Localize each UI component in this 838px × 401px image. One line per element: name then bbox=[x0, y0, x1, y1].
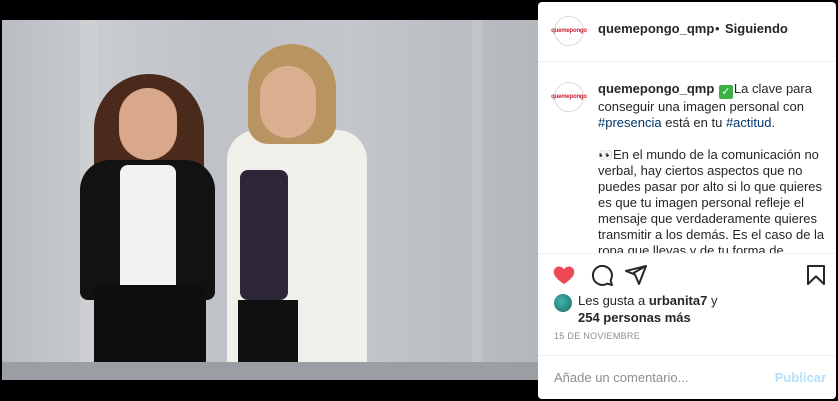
paper-plane-icon[interactable] bbox=[624, 263, 648, 287]
caption-text: quemepongo_qmp ✓ La clave para conseguir … bbox=[598, 81, 830, 253]
comment-icon[interactable] bbox=[590, 263, 614, 287]
person-right-face bbox=[260, 66, 316, 138]
post-date[interactable]: 15 DE NOVIEMBRE bbox=[554, 331, 640, 341]
follow-status-button[interactable]: Siguiendo bbox=[725, 21, 788, 36]
caption-line: . bbox=[771, 115, 776, 130]
person-left-face bbox=[119, 88, 177, 160]
caption-paragraph-text: En el mundo de la comunicación no verbal… bbox=[598, 147, 825, 253]
wall-stripe bbox=[472, 20, 482, 380]
avatar-logo: quemepongo bbox=[551, 28, 587, 34]
comment-input[interactable] bbox=[554, 370, 754, 385]
person-right-top bbox=[240, 170, 288, 300]
publish-button[interactable]: Publicar bbox=[775, 370, 826, 385]
liker-username[interactable]: urbanita7 bbox=[649, 293, 708, 308]
post-header: quemepongo quemepongo_qmp • Siguiendo bbox=[538, 2, 836, 62]
header-separator: • bbox=[715, 21, 720, 36]
check-mark-icon: ✓ bbox=[718, 85, 733, 99]
likes-count-link[interactable]: 254 personas más bbox=[578, 310, 691, 325]
likes-prefix: Les gusta a bbox=[578, 293, 649, 308]
avatar-logo: quemepongo bbox=[551, 94, 587, 100]
bookmark-icon[interactable] bbox=[804, 263, 828, 287]
caption-line: está en tu bbox=[661, 115, 726, 130]
action-bar bbox=[538, 253, 836, 295]
caption-paragraph: 👀En el mundo de la comunicación no verba… bbox=[598, 147, 830, 253]
post-modal: quemepongo quemepongo_qmp • Siguiendo qu… bbox=[0, 0, 838, 401]
caption-area: quemepongo quemepongo_qmp ✓ La clave para… bbox=[538, 63, 836, 253]
person-left-shirt bbox=[120, 165, 176, 300]
floor bbox=[2, 362, 538, 380]
caption-username[interactable]: quemepongo_qmp bbox=[598, 81, 714, 96]
heart-filled-icon[interactable] bbox=[552, 263, 576, 287]
likes-text: Les gusta a urbanita7 y 254 personas más bbox=[578, 292, 828, 326]
hashtag-actitud[interactable]: #actitud bbox=[726, 115, 772, 130]
likes-mid: y bbox=[707, 293, 718, 308]
liker-avatar[interactable] bbox=[554, 294, 572, 312]
hashtag-presencia[interactable]: #presencia bbox=[598, 115, 662, 130]
comment-bar: Publicar bbox=[538, 355, 836, 399]
author-username[interactable]: quemepongo_qmp bbox=[598, 21, 714, 36]
post-side-panel: quemepongo quemepongo_qmp • Siguiendo qu… bbox=[538, 2, 836, 399]
post-photo[interactable] bbox=[2, 20, 538, 380]
caption-avatar[interactable]: quemepongo bbox=[551, 82, 587, 112]
eyes-emoji-icon: 👀 bbox=[598, 148, 613, 162]
author-avatar[interactable]: quemepongo bbox=[551, 16, 587, 46]
